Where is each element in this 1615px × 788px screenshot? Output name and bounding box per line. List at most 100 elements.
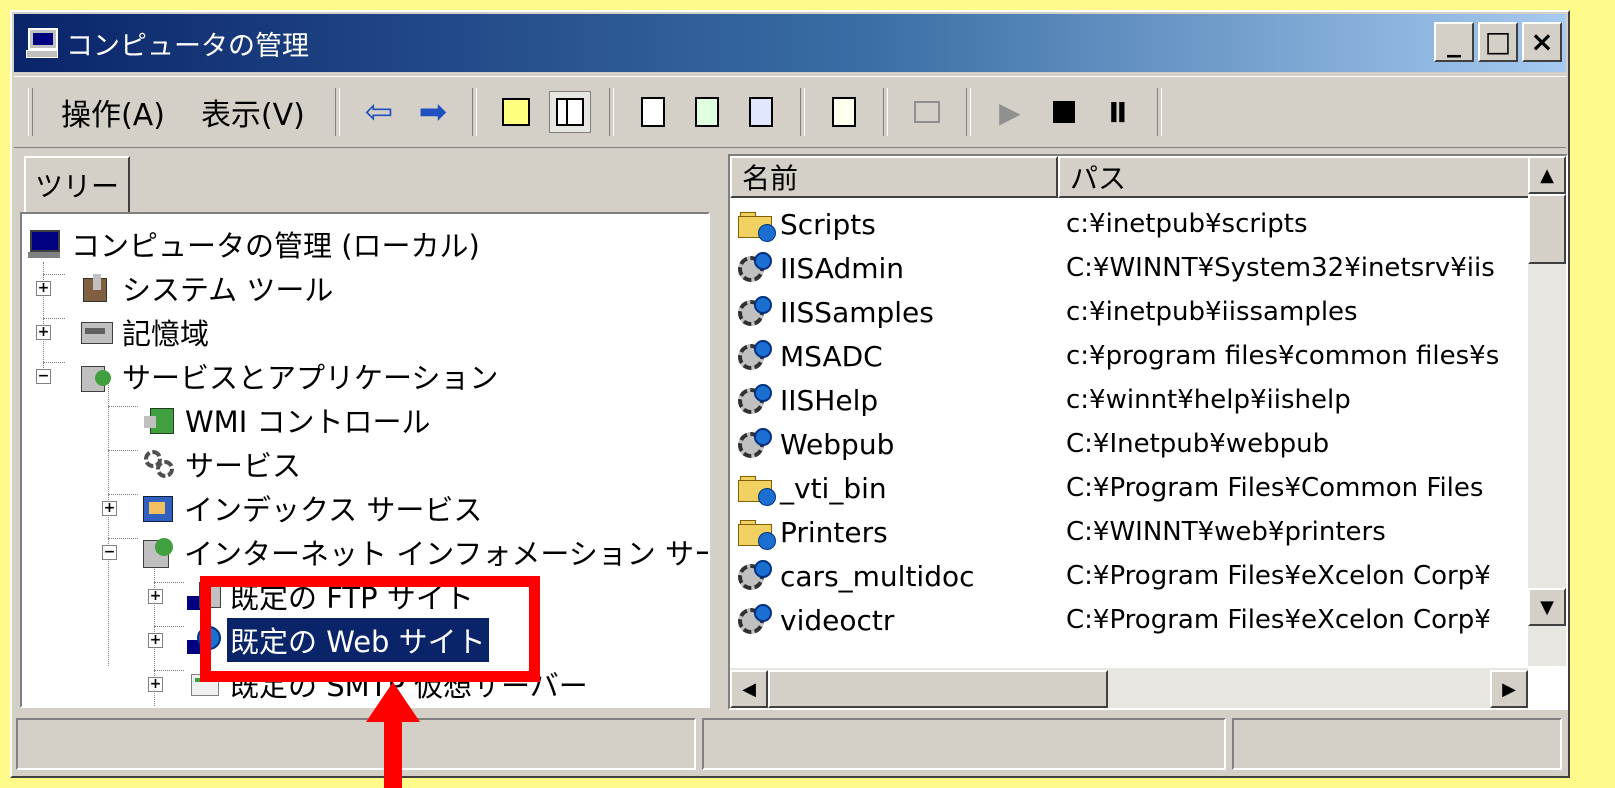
- expand-toggle[interactable]: +: [148, 676, 163, 692]
- item-name: IISSamples: [780, 295, 934, 329]
- list-item[interactable]: videoctr C:¥Program Files¥eXcelon Corp¥: [730, 598, 1530, 642]
- status-pane: [16, 718, 696, 770]
- scroll-thumb[interactable]: [1528, 194, 1566, 264]
- item-path: C:¥WINNT¥System32¥inetsrv¥iis: [1066, 253, 1495, 283]
- tree-node-system-tools[interactable]: + システム ツール: [36, 266, 336, 310]
- item-path: C:¥Program Files¥Common Files: [1066, 473, 1484, 503]
- collapse-toggle[interactable]: −: [102, 544, 117, 560]
- tree-node-index-service[interactable]: + インデックス サービス: [102, 486, 485, 530]
- expand-toggle[interactable]: +: [36, 280, 51, 296]
- menu-action[interactable]: 操作(A): [43, 90, 183, 134]
- list-item[interactable]: Printers C:¥WINNT¥web¥printers: [730, 510, 1530, 554]
- computer-management-icon: [26, 28, 58, 58]
- expand-toggle[interactable]: +: [148, 588, 163, 604]
- item-name: IISAdmin: [780, 251, 905, 285]
- pointer-arrow: [384, 718, 402, 788]
- item-path: c:¥inetpub¥scripts: [1066, 209, 1308, 239]
- list-item[interactable]: _vti_bin C:¥Program Files¥Common Files: [730, 466, 1530, 510]
- item-path: c:¥program files¥common files¥s: [1066, 341, 1500, 371]
- scroll-up-button[interactable]: ▲: [1528, 156, 1566, 194]
- toolbar-grip[interactable]: [28, 88, 33, 136]
- list-item[interactable]: Scripts c:¥inetpub¥scripts: [730, 202, 1530, 246]
- tree-node-label: インターネット インフォメーション サービス: [184, 537, 708, 571]
- folder-globe-icon: [738, 518, 776, 550]
- forward-arrow-icon[interactable]: ➡: [412, 91, 454, 133]
- item-name: Printers: [780, 515, 888, 549]
- collapse-toggle[interactable]: −: [36, 368, 51, 384]
- item-path: C:¥Inetpub¥webpub: [1066, 429, 1330, 459]
- refresh-icon[interactable]: [686, 91, 728, 133]
- tree-node-label: コンピュータの管理 (ローカル): [71, 229, 480, 263]
- tree-node-iis[interactable]: − インターネット インフォメーション サービス: [102, 530, 708, 574]
- status-pane: [702, 718, 1226, 770]
- close-button[interactable]: ×: [1522, 22, 1562, 62]
- tree-node-label: サービス: [185, 449, 302, 483]
- show-tree-icon[interactable]: [548, 91, 591, 133]
- scroll-thumb-horizontal[interactable]: [768, 670, 1108, 708]
- tree-node-storage[interactable]: + 記憶域: [36, 310, 212, 354]
- virtual-directory-icon: [738, 604, 776, 636]
- tree-node-wmi-control[interactable]: WMI コントロール: [142, 398, 433, 442]
- column-header-name[interactable]: 名前: [730, 156, 1058, 198]
- pointer-arrow-head: [366, 682, 420, 722]
- minimize-button[interactable]: _: [1434, 22, 1474, 62]
- toolbar-separator: [799, 88, 805, 136]
- tree-node-label: サービスとアプリケーション: [122, 361, 499, 395]
- toolbar-separator: [1156, 88, 1162, 136]
- tree-node-label: システム ツール: [122, 273, 334, 307]
- tree-node-label: インデックス サービス: [184, 493, 483, 527]
- up-folder-icon[interactable]: [495, 91, 537, 133]
- list-item[interactable]: IISHelp c:¥winnt¥help¥iishelp: [730, 378, 1530, 422]
- item-path: C:¥Program Files¥eXcelon Corp¥: [1066, 605, 1491, 635]
- item-path: c:¥inetpub¥iissamples: [1066, 297, 1358, 327]
- vertical-scrollbar[interactable]: ▲ ▼: [1528, 156, 1566, 666]
- virtual-directory-icon: [738, 296, 776, 328]
- list-view[interactable]: 名前 パス Scripts c:¥inetpub¥scripts IISAdmi…: [728, 154, 1568, 710]
- list-item[interactable]: IISAdmin C:¥WINNT¥System32¥inetsrv¥iis: [730, 246, 1530, 290]
- tab-tree[interactable]: ツリー: [24, 156, 130, 212]
- expand-toggle[interactable]: +: [102, 500, 117, 516]
- scroll-right-button[interactable]: ▶: [1490, 670, 1528, 708]
- menu-view[interactable]: 表示(V): [183, 90, 323, 134]
- list-item[interactable]: Webpub C:¥Inetpub¥webpub: [730, 422, 1530, 466]
- virtual-directory-icon: [738, 252, 776, 284]
- maximize-button[interactable]: □: [1478, 22, 1518, 62]
- help-icon[interactable]: [823, 91, 865, 133]
- expand-toggle[interactable]: +: [36, 324, 51, 340]
- horizontal-scrollbar[interactable]: ◀ ▶: [730, 668, 1528, 708]
- pause-icon[interactable]: Ⅱ: [1097, 91, 1139, 133]
- item-name: MSADC: [780, 339, 883, 373]
- item-path: C:¥Program Files¥eXcelon Corp¥: [1066, 561, 1491, 591]
- item-name: videoctr: [780, 603, 895, 637]
- item-name: Scripts: [780, 207, 876, 241]
- export-list-icon[interactable]: [740, 91, 782, 133]
- window-title: コンピュータの管理: [66, 30, 309, 62]
- index-service-icon: [141, 492, 175, 524]
- scroll-down-button[interactable]: ▼: [1528, 588, 1566, 626]
- status-bar: [16, 718, 1564, 772]
- tree-node-services-and-applications[interactable]: − サービスとアプリケーション: [36, 354, 501, 398]
- properties-icon[interactable]: [632, 91, 674, 133]
- title-bar[interactable]: コンピュータの管理 _ □ ×: [14, 14, 1566, 72]
- list-item[interactable]: IISSamples c:¥inetpub¥iissamples: [730, 290, 1530, 334]
- item-path: c:¥winnt¥help¥iishelp: [1066, 385, 1351, 415]
- toolbar-separator: [882, 88, 888, 136]
- item-name: IISHelp: [780, 383, 879, 417]
- list-item[interactable]: MSADC c:¥program files¥common files¥s: [730, 334, 1530, 378]
- computer-icon[interactable]: [906, 91, 948, 133]
- tree-node-label: WMI コントロール: [185, 405, 431, 439]
- start-icon[interactable]: ▶: [989, 91, 1031, 133]
- expand-toggle[interactable]: +: [148, 632, 163, 648]
- item-name: cars_multidoc: [780, 559, 975, 593]
- column-header-path[interactable]: パス: [1058, 156, 1530, 198]
- scroll-left-button[interactable]: ◀: [730, 670, 768, 708]
- tree-node-computer-management[interactable]: コンピュータの管理 (ローカル): [28, 222, 483, 266]
- list-item[interactable]: cars_multidoc C:¥Program Files¥eXcelon C…: [730, 554, 1530, 598]
- tree-node-services[interactable]: サービス: [142, 442, 304, 486]
- item-name: _vti_bin: [780, 471, 887, 505]
- toolbar-separator: [965, 88, 971, 136]
- stop-icon[interactable]: [1043, 91, 1085, 133]
- back-arrow-icon[interactable]: ⇦: [358, 91, 400, 133]
- folder-globe-icon: [738, 210, 776, 242]
- toolbar-separator: [608, 88, 614, 136]
